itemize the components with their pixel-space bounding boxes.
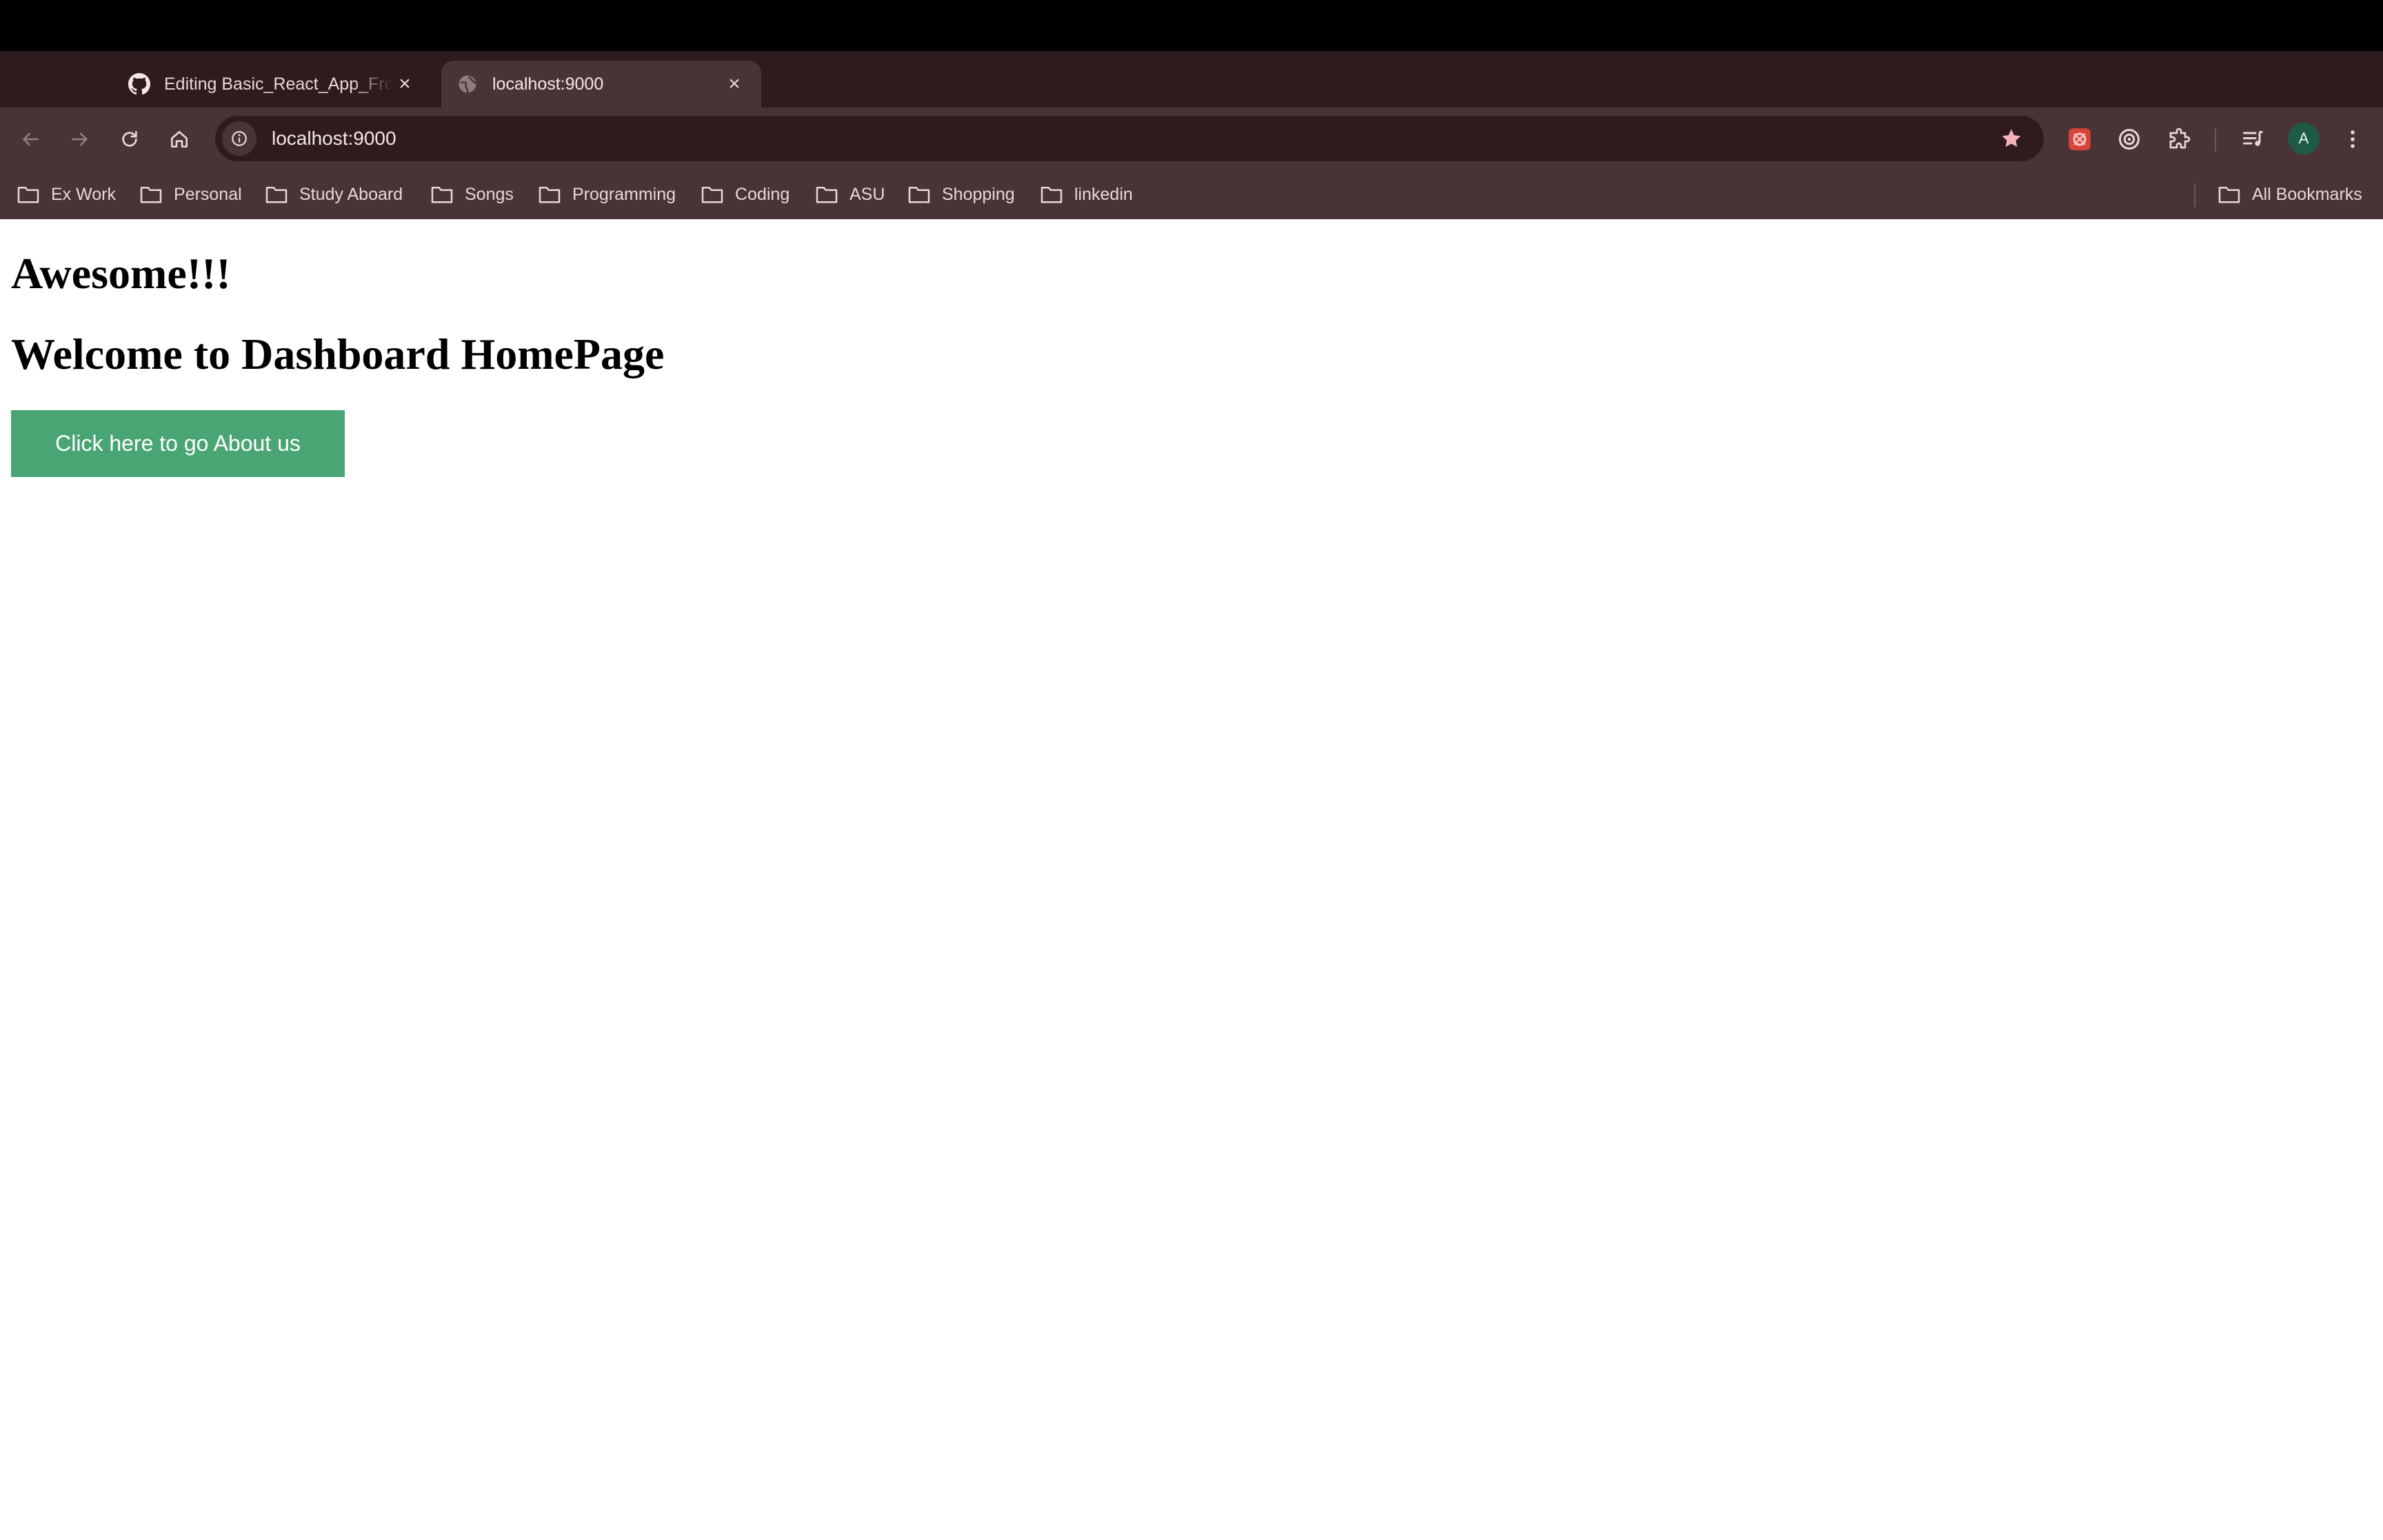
bookmarks-divider: [2194, 183, 2195, 207]
github-icon: [128, 73, 150, 95]
folder-icon: [265, 186, 288, 203]
folder-icon: [1040, 186, 1063, 203]
more-menu-icon[interactable]: [2337, 124, 2368, 154]
reload-icon: [122, 131, 137, 147]
address-bar-url[interactable]: localhost:9000: [272, 128, 1994, 150]
tab-localhost[interactable]: localhost:9000 ×: [441, 61, 761, 108]
bookmark-label: Songs: [465, 184, 514, 204]
reload-button[interactable]: [113, 123, 146, 156]
folder-icon: [431, 186, 453, 203]
bookmark-folder-programming[interactable]: Programming: [538, 181, 676, 208]
home-button[interactable]: [163, 123, 196, 156]
bookmark-label: Shopping: [942, 184, 1015, 204]
bookmark-folder-personal[interactable]: Personal: [139, 181, 242, 208]
page-heading-awesome: Awesome!!!: [11, 249, 231, 298]
all-bookmarks-label: All Bookmarks: [2252, 184, 2362, 204]
folder-icon: [701, 186, 723, 203]
profile-avatar[interactable]: A: [2288, 123, 2320, 154]
close-icon[interactable]: ×: [723, 72, 746, 96]
site-info-icon[interactable]: [222, 121, 257, 156]
address-bar[interactable]: localhost:9000: [215, 116, 2044, 161]
folder-icon: [2218, 186, 2240, 203]
extension-icon[interactable]: [2064, 124, 2095, 154]
folder-icon: [816, 186, 838, 203]
bookmark-label: Coding: [735, 184, 790, 204]
arrow-right-icon: [72, 132, 88, 146]
media-control-icon[interactable]: [2238, 124, 2269, 154]
system-menubar: [0, 0, 2383, 51]
bookmark-label: Study Aboard: [299, 184, 403, 204]
bookmark-folder-ex-work[interactable]: Ex Work: [17, 181, 116, 208]
tab-title: Editing Basic_React_App_Fro: [164, 74, 393, 94]
bookmark-label: linkedin: [1074, 184, 1133, 204]
toolbar-divider: [2215, 128, 2216, 152]
globe-icon: [456, 73, 479, 95]
arrow-left-icon: [23, 132, 39, 146]
folder-icon: [17, 186, 39, 203]
bookmarks-bar: Ex Work Personal Study Aboard Songs Prog…: [0, 170, 2383, 219]
puzzle-extensions-icon[interactable]: [2164, 124, 2194, 154]
bookmark-folder-asu[interactable]: ASU: [815, 181, 885, 208]
target-extension-icon[interactable]: [2114, 124, 2144, 154]
forward-button[interactable]: [63, 123, 97, 156]
page-title: Welcome to Dashboard HomePage: [11, 330, 665, 378]
tab-strip: Editing Basic_React_App_Fro × localhost:…: [0, 51, 2383, 149]
home-icon: [171, 131, 188, 148]
bookmark-label: ASU: [849, 184, 885, 204]
bookmark-star-icon[interactable]: [1994, 121, 2029, 156]
all-bookmarks-folder[interactable]: All Bookmarks: [2218, 181, 2362, 208]
bookmark-folder-shopping[interactable]: Shopping: [907, 181, 1015, 208]
tab-github-editor[interactable]: Editing Basic_React_App_Fro ×: [113, 61, 432, 108]
browser-toolbar: localhost:9000 A: [0, 108, 2383, 170]
bookmark-folder-coding[interactable]: Coding: [701, 181, 790, 208]
close-icon[interactable]: ×: [393, 72, 416, 96]
about-us-button[interactable]: Click here to go About us: [11, 410, 345, 477]
folder-icon: [140, 186, 162, 203]
bookmark-folder-study-aboard[interactable]: Study Aboard: [265, 181, 403, 208]
bookmark-label: Ex Work: [51, 184, 116, 204]
bookmark-folder-songs[interactable]: Songs: [430, 181, 514, 208]
bookmark-label: Personal: [174, 184, 242, 204]
bookmark-label: Programming: [572, 184, 676, 204]
back-button[interactable]: [14, 123, 47, 156]
folder-icon: [539, 186, 561, 203]
bookmark-folder-linkedin[interactable]: linkedin: [1040, 181, 1133, 208]
folder-icon: [908, 186, 930, 203]
tab-title: localhost:9000: [492, 74, 604, 94]
